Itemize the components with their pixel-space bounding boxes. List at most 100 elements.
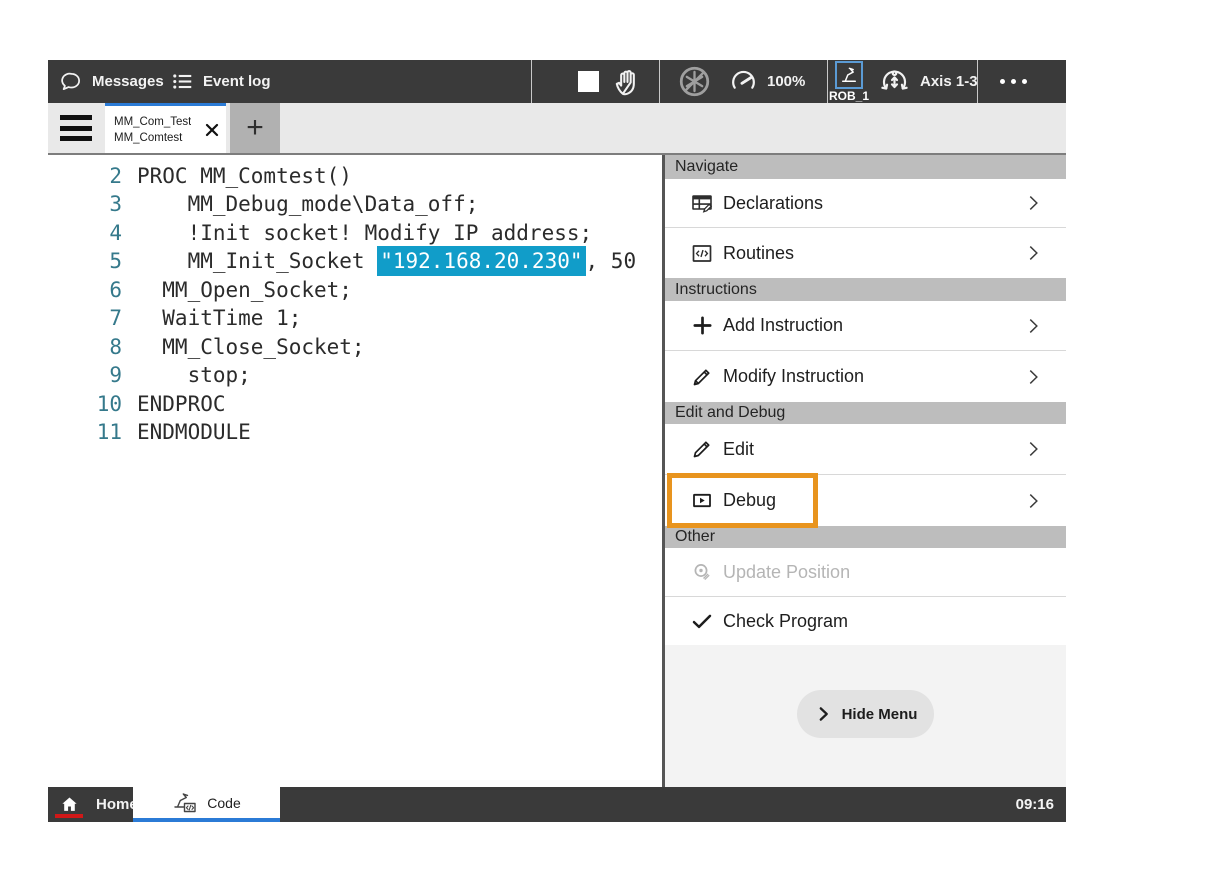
code-line[interactable]: 2PROC MM_Comtest() [48, 162, 662, 190]
bottom-task-bar: Home Code 09:16 [48, 787, 1066, 822]
code-app-tab[interactable]: Code [133, 787, 280, 822]
line-number: 9 [48, 361, 122, 389]
menu-item-label: Routines [723, 243, 794, 264]
line-number: 6 [48, 276, 122, 304]
code-editor[interactable]: 2PROC MM_Comtest() 3 MM_Debug_mode\Data_… [48, 155, 665, 787]
axis-jog-button[interactable]: Axis 1-3 [877, 60, 978, 103]
speed-gauge-icon [728, 66, 759, 97]
chevron-right-icon [1022, 192, 1044, 214]
new-tab-button[interactable]: + [230, 103, 280, 153]
menu-item-routines[interactable]: Routines [665, 228, 1066, 278]
menu-item-check-program[interactable]: Check Program [665, 597, 1066, 645]
line-number: 5 [48, 247, 122, 275]
code-tab-label: Code [207, 795, 240, 811]
menu-item-add-instruction[interactable]: Add Instruction [665, 301, 1066, 351]
more-options-button[interactable] [1000, 60, 1027, 103]
editor-tab-bar: MM_Com_Test MM_Comtest + [48, 103, 1066, 155]
event-log-label: Event log [203, 73, 271, 90]
add-icon [690, 314, 714, 338]
plus-icon: + [246, 111, 264, 145]
app-window: Messages Event log [48, 60, 1066, 822]
checkmark-icon [690, 609, 714, 633]
code-line[interactable]: 9 stop; [48, 361, 662, 389]
module-tab[interactable]: MM_Com_Test MM_Comtest [105, 103, 226, 153]
home-icon [60, 795, 79, 814]
chevron-right-icon [1022, 490, 1044, 512]
axis-rotate-icon [877, 64, 912, 99]
home-button[interactable]: Home [58, 787, 138, 822]
motors-off-icon [676, 63, 713, 100]
hamburger-icon [60, 115, 92, 120]
line-number: 2 [48, 162, 122, 190]
section-header-navigate: Navigate [665, 155, 1066, 179]
manual-mode-button[interactable] [611, 60, 644, 103]
messages-label: Messages [92, 73, 164, 90]
panel-footer: Hide Menu [665, 645, 1066, 787]
menu-item-label: Declarations [723, 193, 823, 214]
speed-value: 100% [767, 73, 805, 90]
code-line[interactable]: 5 MM_Init_Socket "192.168.20.230", 50 [48, 247, 662, 275]
stop-button[interactable] [578, 60, 599, 103]
top-status-bar: Messages Event log [48, 60, 1066, 103]
code-line[interactable]: 10ENDPROC [48, 390, 662, 418]
home-active-underline [55, 814, 83, 818]
pencil-icon [690, 437, 714, 461]
section-header-edit-debug: Edit and Debug [665, 402, 1066, 424]
code-line[interactable]: 3 MM_Debug_mode\Data_off; [48, 190, 662, 218]
menu-item-update-position: Update Position [665, 548, 1066, 597]
close-tab-button[interactable] [203, 121, 220, 138]
chevron-right-icon [1022, 438, 1044, 460]
code-line[interactable]: 6 MM_Open_Socket; [48, 276, 662, 304]
line-number: 7 [48, 304, 122, 332]
menu-item-declarations[interactable]: Declarations [665, 179, 1066, 228]
axis-label: Axis 1-3 [920, 73, 978, 90]
clock: 09:16 [1016, 787, 1054, 822]
ellipsis-icon [1000, 79, 1005, 84]
speech-bubble-icon [58, 69, 84, 95]
stop-icon [578, 71, 599, 92]
line-number: 11 [48, 418, 122, 446]
event-log-button[interactable]: Event log [170, 60, 271, 103]
menu-item-label: Check Program [723, 611, 848, 632]
robot-selector-button[interactable]: ROB_1 [827, 61, 871, 103]
declarations-icon [690, 191, 714, 215]
selected-ip-string[interactable]: "192.168.20.230" [377, 246, 585, 276]
menu-item-label: Debug [723, 490, 776, 511]
code-line[interactable]: 4 !Init socket! Modify IP address; [48, 219, 662, 247]
topbar-divider [531, 60, 532, 103]
line-number: 8 [48, 333, 122, 361]
topbar-divider [659, 60, 660, 103]
update-position-icon [690, 560, 714, 584]
menu-item-label: Add Instruction [723, 315, 843, 336]
main-area: 2PROC MM_Comtest() 3 MM_Debug_mode\Data_… [48, 155, 1066, 787]
hamburger-menu-button[interactable] [60, 115, 92, 141]
event-log-icon [170, 69, 195, 94]
menu-item-label: Modify Instruction [723, 366, 864, 387]
speed-button[interactable]: 100% [728, 60, 805, 103]
code-app-icon [172, 791, 198, 815]
code-line[interactable]: 11ENDMODULE [48, 418, 662, 446]
close-icon [205, 123, 219, 137]
line-number: 3 [48, 190, 122, 218]
motors-off-button[interactable] [676, 60, 713, 103]
pencil-icon [690, 365, 714, 389]
section-header-other: Other [665, 526, 1066, 548]
section-header-instructions: Instructions [665, 278, 1066, 301]
module-tab-title: MM_Com_Test MM_Comtest [105, 114, 191, 146]
chevron-right-icon [1022, 315, 1044, 337]
topbar-divider [977, 60, 978, 103]
menu-item-edit[interactable]: Edit [665, 424, 1066, 475]
code-line[interactable]: 7 WaitTime 1; [48, 304, 662, 332]
messages-button[interactable]: Messages [58, 60, 164, 103]
menu-item-debug[interactable]: Debug [665, 475, 1066, 526]
robot-arm-icon [835, 61, 863, 89]
menu-item-modify-instruction[interactable]: Modify Instruction [665, 351, 1066, 402]
hide-menu-button[interactable]: Hide Menu [797, 690, 934, 738]
chevron-right-icon [1022, 242, 1044, 264]
home-label: Home [96, 796, 138, 813]
chevron-right-icon [814, 705, 832, 723]
hand-icon [611, 65, 644, 99]
line-number: 4 [48, 219, 122, 247]
code-line[interactable]: 8 MM_Close_Socket; [48, 333, 662, 361]
menu-item-label: Update Position [723, 562, 850, 583]
